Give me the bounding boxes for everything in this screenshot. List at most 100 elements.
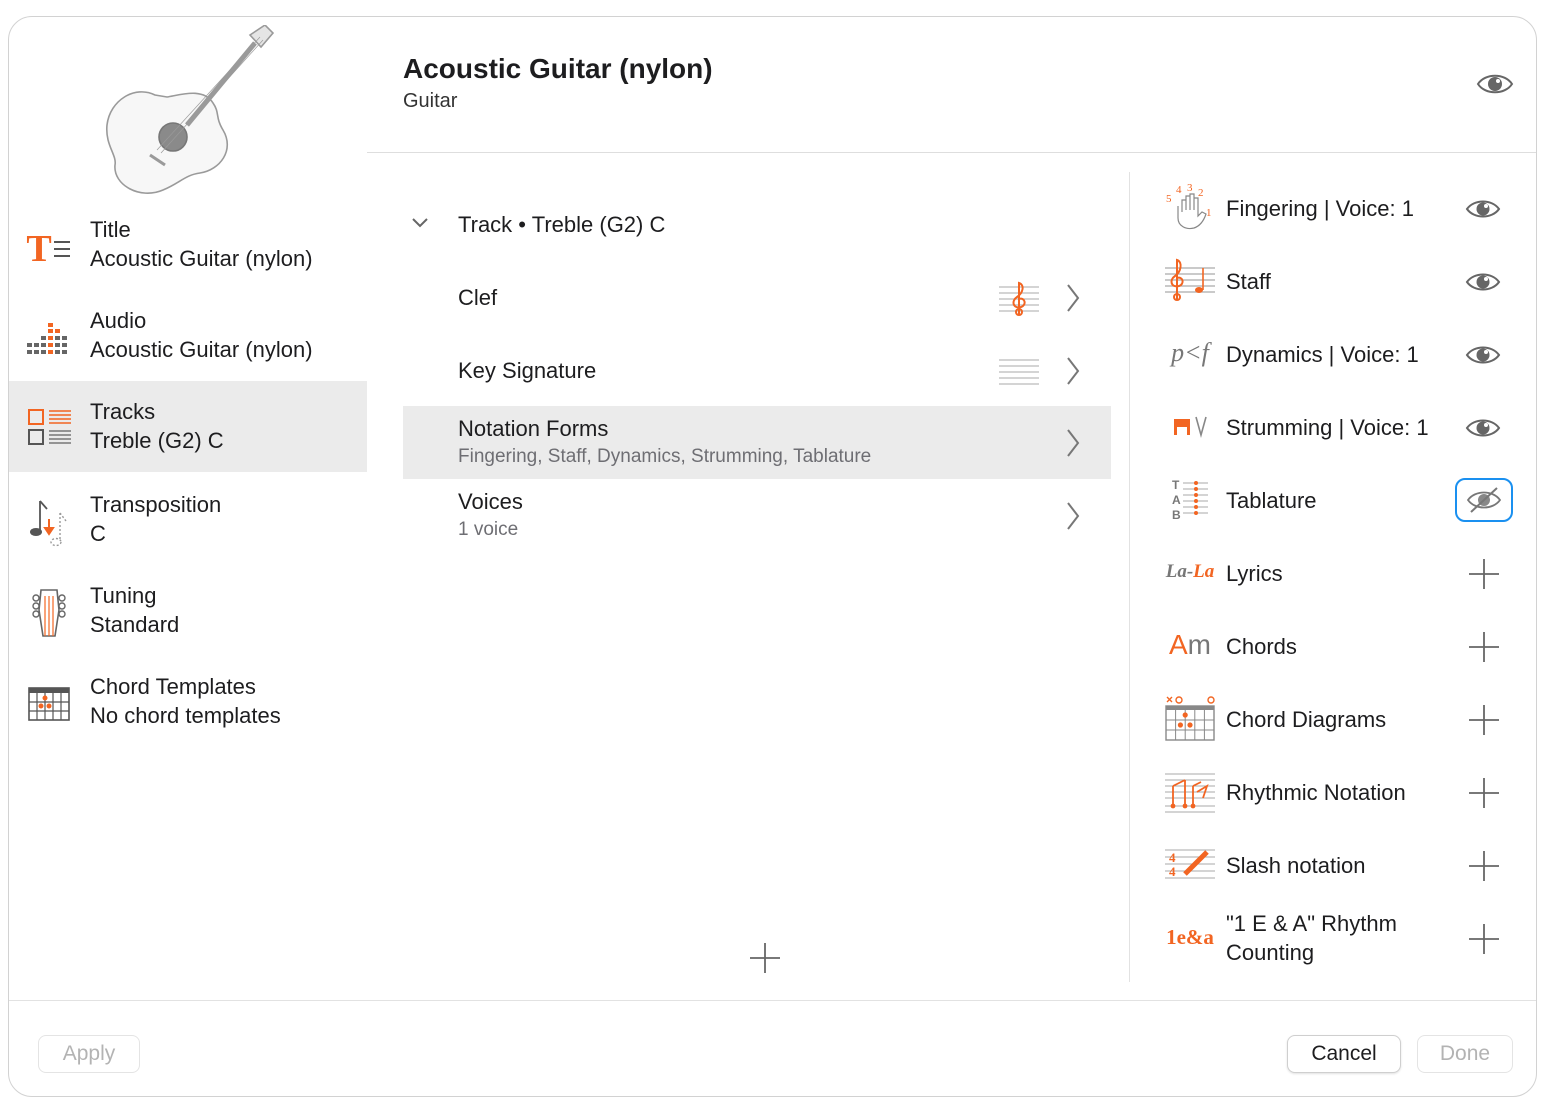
cancel-button[interactable]: Cancel <box>1287 1035 1401 1073</box>
sidebar-item-chord-templates[interactable]: Chord Templates No chord templates <box>9 658 367 749</box>
eye-icon[interactable] <box>1464 340 1502 370</box>
sidebar-item-label: Audio <box>90 308 147 333</box>
svg-text:1: 1 <box>1206 207 1212 219</box>
voices-row[interactable]: Voices 1 voice <box>403 479 1111 552</box>
notation-form-chord-diagrams[interactable]: Chord Diagrams <box>1159 683 1529 756</box>
notation-form-label: Slash notation <box>1226 853 1366 878</box>
svg-text:T: T <box>1172 478 1180 492</box>
svg-text:4: 4 <box>1176 184 1182 196</box>
notation-form-fingering[interactable]: 5 4 3 2 1 Fingering | Voice: 1 <box>1159 172 1529 245</box>
chevron-down-icon[interactable] <box>411 217 429 229</box>
notation-form-label: "1 E & A" Rhythm Counting <box>1226 911 1397 965</box>
key-signature-row[interactable]: Key Signature <box>403 334 1111 407</box>
lyrics-icon: La-La <box>1165 561 1215 582</box>
notation-form-label: Strumming | Voice: 1 <box>1226 415 1429 440</box>
svg-text:3: 3 <box>1187 182 1193 194</box>
svg-text:4: 4 <box>1169 850 1176 865</box>
sidebar-item-value: Acoustic Guitar (nylon) <box>90 246 313 271</box>
apply-button[interactable]: Apply <box>38 1035 140 1073</box>
sidebar-item-title[interactable]: T Title Acoustic Guitar (nylon) <box>9 203 367 294</box>
transposition-icon <box>23 497 75 547</box>
notation-form-lyrics[interactable]: La-La Lyrics <box>1159 537 1529 610</box>
voices-label: Voices <box>458 489 523 514</box>
voices-count: 1 voice <box>458 519 519 540</box>
add-rhythmic-notation-button[interactable] <box>1467 776 1501 810</box>
eye-icon[interactable] <box>1475 69 1515 99</box>
track-title: Track • Treble (G2) C <box>458 212 666 237</box>
hidden-toggle-button[interactable] <box>1455 478 1513 522</box>
page-subtitle: Guitar <box>403 90 458 112</box>
sidebar: T Title Acoustic Guitar (nylon) Audio Ac… <box>9 17 367 1000</box>
notation-form-dynamics[interactable]: p<f Dynamics | Voice: 1 <box>1159 318 1529 391</box>
chord-diagram-icon <box>1159 693 1221 743</box>
slash-notation-icon: 44 <box>1159 839 1221 889</box>
notation-forms-row[interactable]: Notation Forms Fingering, Staff, Dynamic… <box>403 406 1111 479</box>
notation-form-label: Rhythmic Notation <box>1226 780 1406 805</box>
staff-clef-icon <box>1159 255 1221 305</box>
sidebar-item-value: Acoustic Guitar (nylon) <box>90 337 313 362</box>
tablature-icon: T A B <box>1159 474 1221 524</box>
notation-form-label: Staff <box>1226 269 1271 294</box>
notation-form-tablature[interactable]: T A B Tablature <box>1159 464 1529 537</box>
dynamics-icon: p<f <box>1171 338 1209 367</box>
notation-form-label: Chord Diagrams <box>1226 707 1387 732</box>
notation-form-label: Dynamics | Voice: 1 <box>1226 342 1419 367</box>
sidebar-item-label: Tuning <box>90 583 157 608</box>
sidebar-item-value: No chord templates <box>90 703 281 728</box>
clef-row[interactable]: Clef <box>403 261 1111 334</box>
add-chord-diagrams-button[interactable] <box>1467 703 1501 737</box>
tuning-peghead-icon <box>23 588 75 638</box>
notation-form-label: Chords <box>1226 634 1297 659</box>
clef-label: Clef <box>458 285 498 310</box>
svg-text:5: 5 <box>1166 193 1172 205</box>
svg-text:A: A <box>1172 493 1181 507</box>
track-panel: Track • Treble (G2) C Clef Key Signature… <box>403 169 1113 999</box>
rhythm-counting-icon: 1e&a <box>1166 924 1214 949</box>
eye-slash-icon <box>1466 487 1502 513</box>
sidebar-item-value: Standard <box>90 612 180 637</box>
page-title: Acoustic Guitar (nylon) <box>403 53 713 84</box>
strumming-icon <box>1159 401 1221 451</box>
sidebar-item-tuning[interactable]: Tuning Standard <box>9 567 367 658</box>
treble-clef-icon <box>999 281 1039 316</box>
sidebar-item-transposition[interactable]: Transposition C <box>9 476 367 567</box>
notation-form-label: Lyrics <box>1226 561 1283 586</box>
add-slash-notation-button[interactable] <box>1467 849 1501 883</box>
track-header[interactable]: Track • Treble (G2) C <box>403 188 1111 261</box>
sidebar-item-value: Treble (G2) C <box>90 428 224 453</box>
done-button[interactable]: Done <box>1417 1035 1513 1073</box>
eye-icon[interactable] <box>1464 267 1502 297</box>
sidebar-item-label: Title <box>90 217 131 242</box>
notation-form-chords[interactable]: Am Chords <box>1159 610 1529 683</box>
notation-form-staff[interactable]: Staff <box>1159 245 1529 318</box>
key-signature-label: Key Signature <box>458 358 597 383</box>
add-chords-button[interactable] <box>1467 630 1501 664</box>
staff-lines-icon <box>999 359 1039 385</box>
eye-icon[interactable] <box>1464 194 1502 224</box>
sidebar-item-value: C <box>90 521 106 546</box>
chevron-right-icon[interactable] <box>1065 501 1081 531</box>
guitar-icon <box>106 25 275 194</box>
tracks-icon <box>23 402 75 452</box>
add-rhythm-counting-button[interactable] <box>1467 922 1501 956</box>
notation-form-label: Fingering | Voice: 1 <box>1226 196 1414 221</box>
sidebar-item-audio[interactable]: Audio Acoustic Guitar (nylon) <box>9 294 367 385</box>
notation-form-slash-notation[interactable]: 44 Slash notation <box>1159 829 1529 902</box>
add-lyrics-button[interactable] <box>1467 557 1501 591</box>
sidebar-item-tracks[interactable]: Tracks Treble (G2) C <box>9 381 367 472</box>
sidebar-item-label: Chord Templates <box>90 674 256 699</box>
rhythmic-notation-icon <box>1159 766 1221 816</box>
chevron-right-icon[interactable] <box>1065 356 1081 386</box>
chord-grid-icon <box>23 679 75 729</box>
eye-icon[interactable] <box>1464 413 1502 443</box>
notation-form-rhythmic-notation[interactable]: Rhythmic Notation <box>1159 756 1529 829</box>
title-text-icon: T <box>26 227 70 270</box>
audio-level-icon <box>23 315 75 365</box>
panel-divider <box>1129 172 1130 982</box>
notation-form-rhythm-counting[interactable]: 1e&a "1 E & A" Rhythm Counting <box>1159 902 1529 975</box>
track-settings-window: T Title Acoustic Guitar (nylon) Audio Ac… <box>8 16 1537 1097</box>
add-track-button[interactable] <box>748 941 782 975</box>
notation-form-strumming[interactable]: Strumming | Voice: 1 <box>1159 391 1529 464</box>
chevron-right-icon[interactable] <box>1065 283 1081 313</box>
chevron-right-icon[interactable] <box>1065 428 1081 458</box>
